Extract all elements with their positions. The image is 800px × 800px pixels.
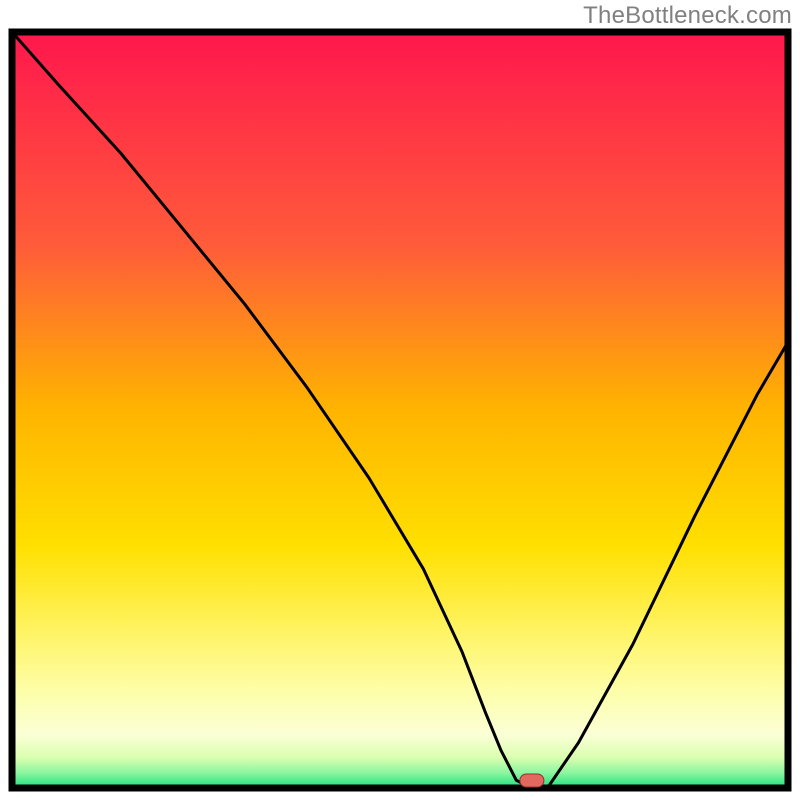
minimum-marker bbox=[520, 774, 544, 787]
bottleneck-chart bbox=[0, 0, 800, 800]
gradient-background bbox=[12, 32, 788, 788]
chart-canvas: TheBottleneck.com bbox=[0, 0, 800, 800]
watermark-text: TheBottleneck.com bbox=[583, 2, 792, 30]
